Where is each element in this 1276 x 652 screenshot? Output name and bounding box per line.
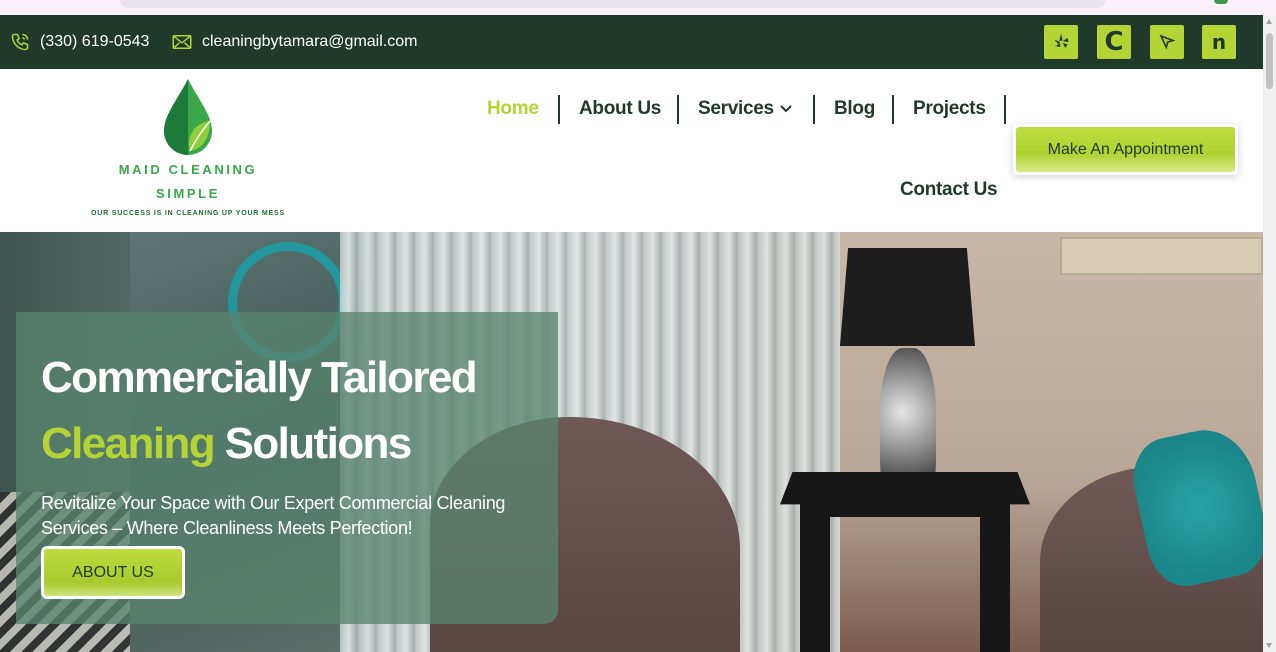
make-appointment-label: Make An Appointment (1016, 127, 1235, 172)
top-contact-bar: (330) 619-0543 cleaningbytamara@gmail.co… (0, 15, 1263, 69)
address-bar[interactable] (120, 0, 1106, 8)
nav-services-label: Services (698, 98, 774, 119)
nav-about-us[interactable]: About Us (579, 98, 661, 120)
water-drop-leaf-icon (164, 79, 212, 155)
hero-title-highlight: Cleaning (41, 419, 216, 468)
hero-subtitle: Revitalize Your Space with Our Expert Co… (41, 493, 506, 538)
hero-title-line2: Cleaning Solutions (41, 411, 561, 477)
nav-services[interactable]: Services (698, 98, 792, 120)
email-address[interactable]: cleaningbytamara@gmail.com (202, 33, 417, 51)
browser-chrome (0, 0, 1276, 15)
scrollbar-thumb[interactable] (1266, 33, 1273, 89)
phone-icon (11, 33, 29, 51)
nav-divider (558, 95, 560, 124)
scroll-up-arrow-icon[interactable] (1266, 19, 1272, 24)
logo-name-line2: SIMPLE (156, 186, 220, 201)
nav-contact-us[interactable]: Contact Us (900, 179, 998, 201)
nav-divider (813, 95, 815, 124)
yelp-icon[interactable] (1044, 25, 1078, 59)
nav-blog[interactable]: Blog (834, 98, 875, 120)
site-header: MAID CLEANING SIMPLE OUR SUCCESS IS IN C… (0, 69, 1263, 232)
hero-title: Commercially Tailored Cleaning Solutions (41, 345, 561, 477)
page-scrollbar[interactable] (1263, 15, 1276, 652)
about-us-button[interactable]: ABOUT US (41, 546, 185, 599)
hero-bg-lampshade (840, 248, 975, 346)
scroll-down-arrow-icon[interactable] (1266, 643, 1272, 648)
profile-indicator (1214, 0, 1228, 4)
chevron-down-icon (780, 105, 792, 113)
logo-name-line1: MAID CLEANING (118, 162, 258, 177)
site-logo[interactable]: MAID CLEANING SIMPLE OUR SUCCESS IS IN C… (78, 77, 298, 217)
phone-link[interactable]: (330) 619-0543 (10, 15, 149, 69)
nav-divider (892, 95, 894, 124)
hero-bg-picture-frame (1060, 237, 1263, 275)
email-link[interactable]: cleaningbytamara@gmail.com (172, 15, 417, 69)
phone-number[interactable]: (330) 619-0543 (40, 33, 149, 51)
envelope-icon (172, 35, 192, 49)
c-brand-icon[interactable]: C (1097, 25, 1131, 59)
nav-home[interactable]: Home (487, 98, 539, 120)
nav-divider (1004, 95, 1006, 124)
nav-divider (677, 95, 679, 124)
hero-title-rest: Solutions (224, 419, 413, 468)
cursor-arrow-icon[interactable] (1150, 25, 1184, 59)
hero-title-line1: Commercially Tailored (41, 353, 478, 402)
make-appointment-button[interactable]: Make An Appointment (1013, 124, 1238, 175)
nav-projects[interactable]: Projects (913, 98, 986, 120)
n-brand-icon[interactable]: n (1202, 25, 1236, 59)
logo-tagline: OUR SUCCESS IS IN CLEANING UP YOUR MESS (91, 210, 285, 217)
hero-section: Commercially Tailored Cleaning Solutions… (0, 232, 1263, 652)
